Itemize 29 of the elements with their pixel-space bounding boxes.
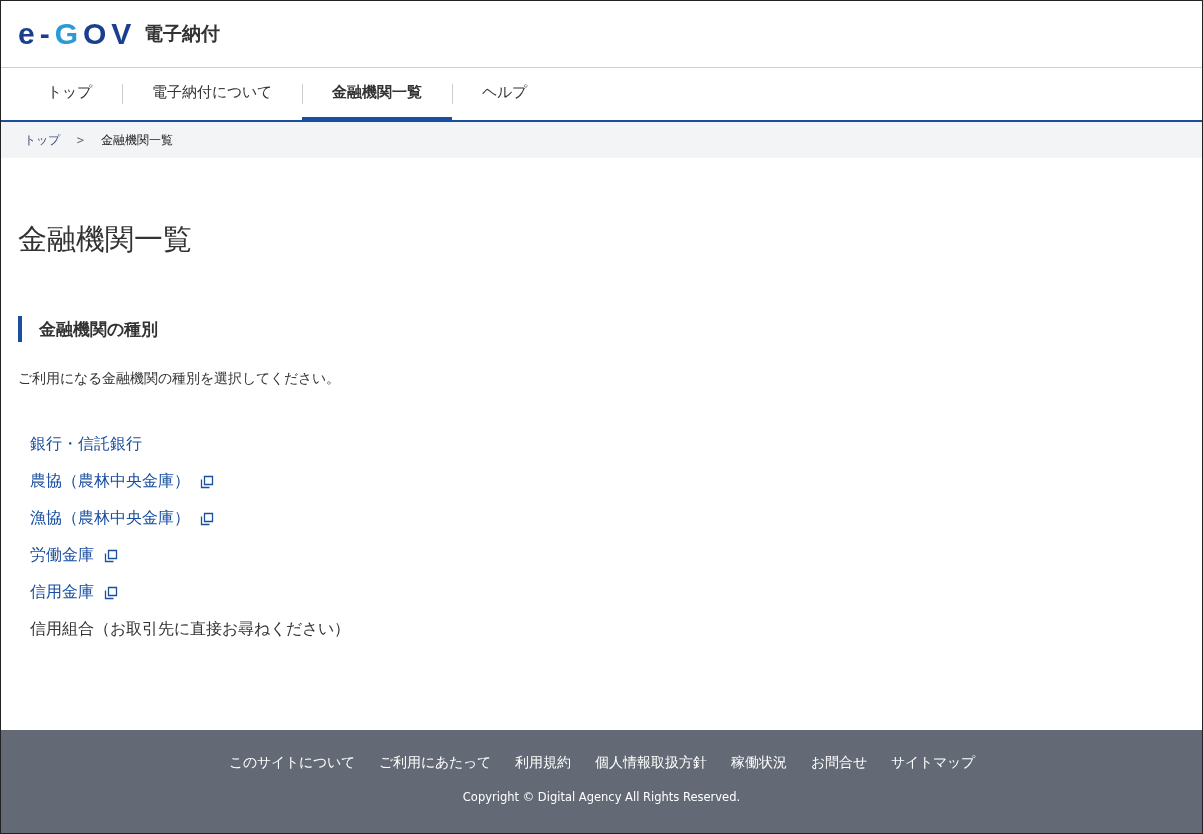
institution-link[interactable]: 銀行・信託銀行 — [30, 434, 142, 455]
breadcrumb-separator: ＞ — [73, 131, 88, 149]
copyright-text: Copyright © Digital Agency All Rights Reserved. — [462, 790, 741, 804]
footer-link[interactable]: ご利用にあたって — [378, 754, 491, 772]
external-window-icon — [200, 474, 214, 489]
institution-note: 信用組合（お取引先に直接お尋ねください） — [30, 619, 350, 640]
footer-link[interactable]: お問合せ — [810, 754, 867, 772]
institution-link[interactable]: 漁協（農林中央金庫） — [30, 508, 190, 529]
footer-link[interactable]: このサイトについて — [228, 754, 355, 772]
description-text: ご利用になる金融機関の種別を選択してください。 — [18, 370, 341, 388]
external-window-icon — [104, 548, 118, 563]
footer-link[interactable]: 利用規約 — [514, 754, 571, 772]
footer-link[interactable]: サイトマップ — [890, 754, 975, 772]
section-heading: 金融機関の種別 — [18, 316, 1185, 342]
nav-tab[interactable]: ヘルプ — [452, 68, 557, 122]
egov-logo[interactable]: e-G OV — [18, 17, 137, 51]
institution-link[interactable]: 信用金庫 — [30, 582, 94, 603]
footer-link[interactable]: 個人情報取扱方針 — [594, 754, 707, 772]
institution-link[interactable]: 労働金庫 — [30, 545, 94, 566]
institution-link[interactable]: 農協（農林中央金庫） — [30, 471, 190, 492]
external-window-icon — [200, 511, 214, 526]
site-title: 電子納付 — [144, 21, 221, 46]
footer-link[interactable]: 稼働状況 — [730, 754, 787, 772]
nav-tab[interactable]: トップ — [17, 68, 122, 122]
external-window-icon — [104, 585, 118, 600]
nav-tab[interactable]: 電子納付について — [122, 68, 302, 122]
page-title: 金融機関一覧 — [18, 221, 193, 258]
breadcrumb-current: 金融機関一覧 — [101, 131, 173, 149]
breadcrumb-link[interactable]: トップ — [24, 131, 60, 149]
